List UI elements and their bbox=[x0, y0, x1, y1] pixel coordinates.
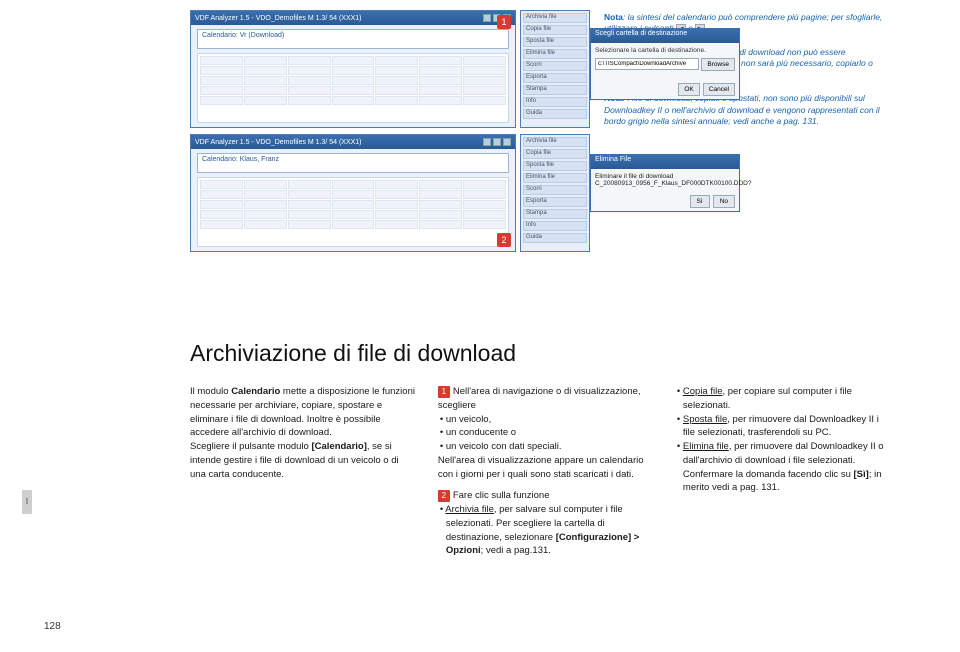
note-label: Nota bbox=[604, 12, 623, 22]
link-archive-file: Archivia file bbox=[445, 504, 494, 515]
window-buttons-2 bbox=[483, 138, 511, 146]
column-3: Copia file, per copiare sul computer i f… bbox=[675, 385, 890, 558]
article-columns: Il modulo Calendario mette a disposizion… bbox=[190, 385, 890, 558]
text: Scegliere il pulsante modulo bbox=[190, 441, 311, 452]
screenshot-1: VDF Analyzer 1.5 - VDO_Demofiles M 1.3/ … bbox=[190, 10, 516, 128]
article-title: Archiviazione di file di download bbox=[190, 340, 890, 367]
article: Archiviazione di file di download Il mod… bbox=[190, 340, 890, 558]
toolbox-item[interactable]: Copia file bbox=[523, 25, 587, 35]
top-region: VDF Analyzer 1.5 - VDO_Demofiles M 1.3/ … bbox=[190, 10, 890, 280]
bullet: un conducente o bbox=[438, 426, 653, 440]
marker-2: 2 bbox=[497, 233, 511, 247]
folder-path-input[interactable] bbox=[595, 58, 699, 70]
window-titlebar-2: VDF Analyzer 1.5 - VDO_Demofiles M 1.3/ … bbox=[191, 135, 515, 149]
screenshot-2: VDF Analyzer 1.5 - VDO_Demofiles M 1.3/ … bbox=[190, 134, 516, 252]
dialog-title: Elimina File bbox=[591, 155, 739, 169]
step-1: 1Nell'area di navigazione o di visualizz… bbox=[438, 385, 653, 413]
toolbox-item[interactable]: Elimina file bbox=[523, 173, 587, 183]
window-titlebar-1: VDF Analyzer 1.5 - VDO_Demofiles M 1.3/ … bbox=[191, 11, 515, 25]
toolbox-item[interactable]: Guida bbox=[523, 109, 587, 119]
toolbox-item[interactable]: Info bbox=[523, 221, 587, 231]
link-copy-file: Copia file bbox=[683, 386, 723, 397]
bullet-archive: Archivia file, per salvare sul computer … bbox=[438, 503, 653, 558]
column-1: Il modulo Calendario mette a disposizion… bbox=[190, 385, 416, 558]
toolbox-item[interactable]: Elimina file bbox=[523, 49, 587, 59]
dialog-body: Eliminare il file di download C_20080913… bbox=[591, 169, 739, 191]
toolbox-item[interactable]: Info bbox=[523, 97, 587, 107]
bullet-copy: Copia file, per copiare sul computer i f… bbox=[675, 385, 890, 413]
toolbox-item[interactable]: Archivia file bbox=[523, 137, 587, 147]
window-title-1: VDF Analyzer 1.5 - VDO_Demofiles M 1.3/ … bbox=[195, 15, 362, 22]
calendar-header-2: Calendario: Klaus, Franz bbox=[197, 153, 509, 173]
text-bold: [Sì] bbox=[854, 469, 869, 480]
cancel-button[interactable]: Cancel bbox=[703, 83, 735, 96]
step-lead: Nell'area di navigazione o di visualizza… bbox=[438, 386, 641, 411]
toolbox-item[interactable]: Guida bbox=[523, 233, 587, 243]
window-title-2: VDF Analyzer 1.5 - VDO_Demofiles M 1.3/ … bbox=[195, 139, 362, 146]
toolbox-2: Archivia file Copia file Sposta file Eli… bbox=[520, 134, 590, 252]
calendar-grid-1 bbox=[197, 53, 509, 123]
screenshot-2-row: VDF Analyzer 1.5 - VDO_Demofiles M 1.3/ … bbox=[190, 134, 590, 252]
text-bold: Calendario bbox=[231, 386, 280, 397]
calendar-header-1: Calendario: Vr (Download) bbox=[197, 29, 509, 49]
no-button[interactable]: No bbox=[713, 195, 735, 208]
dialog-text: Selezionare la cartella di destinazione. bbox=[595, 47, 735, 54]
dialog-body: Selezionare la cartella di destinazione.… bbox=[591, 43, 739, 75]
toolbox-item[interactable]: Archivia file bbox=[523, 13, 587, 23]
screenshots-column: VDF Analyzer 1.5 - VDO_Demofiles M 1.3/ … bbox=[190, 10, 590, 280]
text: ; vedi a pag.131. bbox=[481, 545, 551, 556]
step-number: 2 bbox=[438, 490, 450, 502]
bullet-delete: Elimina file, per rimuovere dal Download… bbox=[675, 440, 890, 495]
step-lead: Fare clic sulla funzione bbox=[453, 490, 550, 501]
ok-button[interactable]: OK bbox=[678, 83, 699, 96]
text: Il modulo bbox=[190, 386, 231, 397]
browse-button[interactable]: Browse bbox=[701, 58, 735, 71]
page-number: 128 bbox=[44, 621, 61, 632]
destination-folder-dialog: Scegli cartella di destinazione Selezion… bbox=[590, 28, 740, 100]
toolbox-item[interactable]: Stampa bbox=[523, 209, 587, 219]
toolbox-item[interactable]: Copia file bbox=[523, 149, 587, 159]
yes-button[interactable]: Sì bbox=[690, 195, 710, 208]
calendar-grid-2 bbox=[197, 177, 509, 247]
toolbox-item[interactable]: Esporta bbox=[523, 73, 587, 83]
step-number: 1 bbox=[438, 386, 450, 398]
toolbox-item[interactable]: Sposta file bbox=[523, 161, 587, 171]
instruction-paragraph: Scegliere il pulsante modulo [Calendario… bbox=[190, 440, 416, 481]
step-2: 2Fare clic sulla funzione bbox=[438, 489, 653, 503]
text-bold: [Calendario] bbox=[311, 441, 366, 452]
delete-file-dialog: Elimina File Eliminare il file di downlo… bbox=[590, 154, 740, 212]
bullet-move: Sposta file, per rimuovere dal Downloadk… bbox=[675, 413, 890, 441]
toolbox-item[interactable]: Scorri bbox=[523, 61, 587, 71]
marker-1: 1 bbox=[497, 15, 511, 29]
dialog-line2: C_20080913_0956_F_Klaus_DF000DTK00100.DD… bbox=[595, 180, 735, 187]
link-delete-file: Elimina file bbox=[683, 441, 729, 452]
screenshot-1-row: VDF Analyzer 1.5 - VDO_Demofiles M 1.3/ … bbox=[190, 10, 590, 128]
toolbox-1: Archivia file Copia file Sposta file Eli… bbox=[520, 10, 590, 128]
toolbox-item[interactable]: Scorri bbox=[523, 185, 587, 195]
side-tab: I bbox=[22, 490, 32, 514]
bullet: un veicolo, bbox=[438, 413, 653, 427]
toolbox-item[interactable]: Sposta file bbox=[523, 37, 587, 47]
toolbox-item[interactable]: Esporta bbox=[523, 197, 587, 207]
link-move-file: Sposta file bbox=[683, 414, 727, 425]
column-2: 1Nell'area di navigazione o di visualizz… bbox=[438, 385, 653, 558]
step-tail: Nell'area di visualizzazione appare un c… bbox=[438, 454, 653, 482]
dialog-title: Scegli cartella di destinazione bbox=[591, 29, 739, 43]
dialog-line1: Eliminare il file di download bbox=[595, 173, 735, 180]
toolbox-item[interactable]: Stampa bbox=[523, 85, 587, 95]
intro-paragraph: Il modulo Calendario mette a disposizion… bbox=[190, 385, 416, 440]
bullet: un veicolo con dati speciali. bbox=[438, 440, 653, 454]
